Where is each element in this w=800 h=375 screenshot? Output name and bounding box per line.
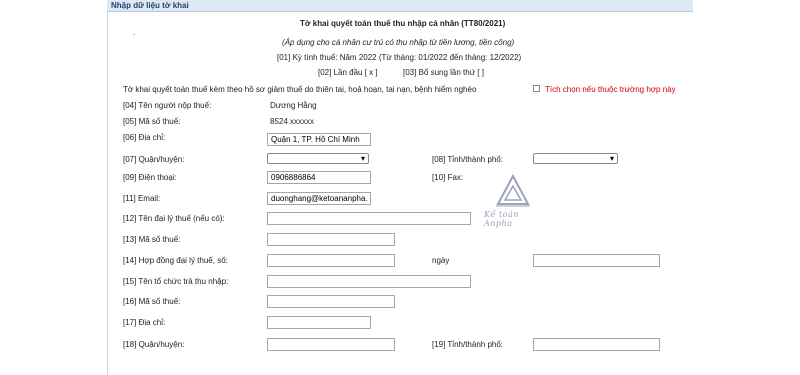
dot-mark: .: [133, 28, 136, 37]
taxpayer-name-value: Dương Hằng: [270, 101, 317, 110]
fax-label: [10] Fax:: [432, 173, 464, 182]
tax-code-label: [05] Mã số thuế:: [123, 117, 181, 126]
tax-period: [01] Kỳ tính thuế: Năm 2022 (Từ tháng: 0…: [277, 53, 522, 62]
payer-org-name-label: [15] Tên tổ chức trả thu nhập:: [123, 277, 229, 286]
payer-district-label: [18] Quận/huyện:: [123, 340, 185, 349]
address-label: [06] Địa chỉ:: [123, 133, 166, 142]
anpha-logo: Kế toán Anpha: [478, 168, 548, 228]
form-title: Tờ khai quyết toán thuế thu nhập cá nhân…: [300, 19, 506, 28]
chevron-down-icon: ▾: [360, 154, 365, 163]
disaster-checkbox[interactable]: [533, 85, 540, 92]
contract-date-label: ngày: [432, 256, 450, 265]
disaster-note: Tờ khai quyết toán thuế kèm theo hồ sơ g…: [123, 85, 477, 94]
email-input[interactable]: duonghang@ketoananpha.: [267, 192, 371, 205]
email-label: [11] Email:: [123, 194, 161, 203]
payer-province-input[interactable]: [533, 338, 660, 351]
payer-tax-code-input[interactable]: [267, 295, 395, 308]
payer-org-name-input[interactable]: [267, 275, 471, 288]
section-header: Nhập dữ liệu tờ khai: [107, 0, 693, 12]
province-select[interactable]: ▾: [533, 153, 618, 164]
chevron-down-icon: ▾: [609, 154, 614, 163]
payer-district-input[interactable]: [267, 338, 395, 351]
agent-tax-code-label: [13] Mã số thuế:: [123, 235, 181, 244]
tax-agent-name-input[interactable]: [267, 212, 471, 225]
supplement-declaration[interactable]: [03] Bổ sung lần thứ [ ]: [403, 68, 484, 77]
disaster-checkbox-label: Tích chọn nếu thuộc trường hợp này: [545, 85, 676, 94]
payer-tax-code-label: [16] Mã số thuế:: [123, 297, 181, 306]
district-select[interactable]: ▾: [267, 153, 369, 164]
district-label: [07] Quận/huyện:: [123, 155, 185, 164]
phone-label: [09] Điện thoại:: [123, 173, 177, 182]
contract-date-input[interactable]: [533, 254, 660, 267]
phone-input[interactable]: 0906886864: [267, 171, 371, 184]
payer-address-label: [17] Địa chỉ:: [123, 318, 166, 327]
taxpayer-name-label: [04] Tên người nộp thuế:: [123, 101, 212, 110]
tax-code-value: 8524 xxxxxx: [270, 117, 315, 126]
province-label: [08] Tỉnh/thành phố:: [432, 155, 504, 164]
payer-province-label: [19] Tỉnh/thành phố:: [432, 340, 504, 349]
first-time-declaration[interactable]: [02] Lần đầu [ x ]: [318, 68, 378, 77]
agent-tax-code-input[interactable]: [267, 233, 395, 246]
payer-address-input[interactable]: [267, 316, 371, 329]
agent-contract-number-input[interactable]: [267, 254, 395, 267]
form-subtitle: (Áp dụng cho cá nhân cư trú có thu nhập …: [282, 38, 515, 47]
logo-text: Kế toán Anpha: [484, 210, 519, 228]
address-input[interactable]: Quận 1, TP. Hồ Chí Minh: [267, 133, 371, 146]
agent-contract-label: [14] Hợp đồng đại lý thuế, số:: [123, 256, 228, 265]
tax-agent-name-label: [12] Tên đại lý thuế (nếu có):: [123, 214, 225, 223]
